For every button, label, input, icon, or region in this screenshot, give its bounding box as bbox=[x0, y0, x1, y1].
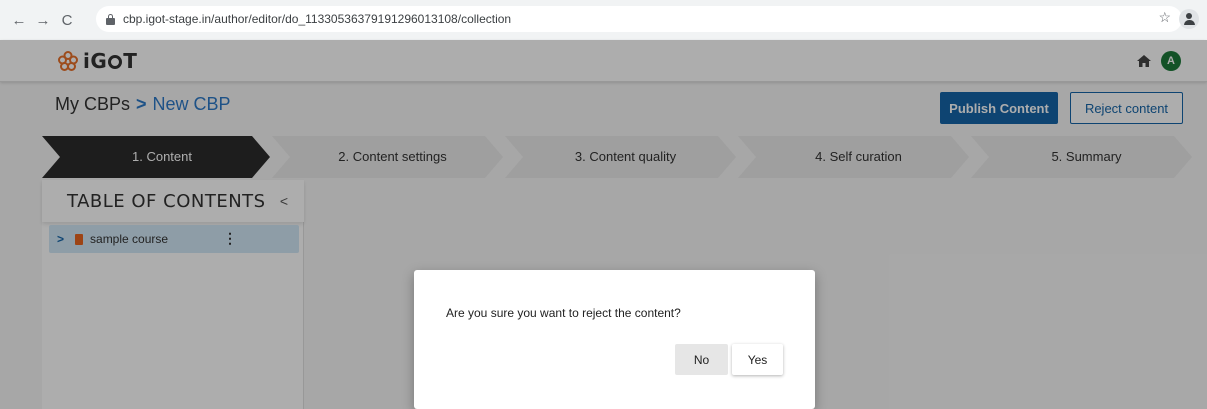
dialog-message: Are you sure you want to reject the cont… bbox=[446, 306, 681, 320]
lock-icon bbox=[106, 13, 115, 25]
no-button[interactable]: No bbox=[675, 344, 728, 375]
confirm-reject-dialog: Are you sure you want to reject the cont… bbox=[414, 270, 815, 409]
back-arrow-icon[interactable]: ← bbox=[8, 9, 30, 31]
yes-button[interactable]: Yes bbox=[732, 344, 783, 375]
reload-icon[interactable]: C bbox=[56, 9, 78, 31]
browser-toolbar: ← → C cbp.igot-stage.in/author/editor/do… bbox=[0, 0, 1207, 40]
forward-arrow-icon[interactable]: → bbox=[32, 9, 54, 31]
browser-profile-icon[interactable] bbox=[1179, 9, 1199, 29]
address-bar[interactable]: cbp.igot-stage.in/author/editor/do_11330… bbox=[96, 6, 1182, 32]
browser-nav: ← → C bbox=[8, 9, 78, 31]
url-text: cbp.igot-stage.in/author/editor/do_11330… bbox=[123, 12, 512, 26]
bookmark-star-icon[interactable]: ☆ bbox=[1158, 9, 1171, 26]
